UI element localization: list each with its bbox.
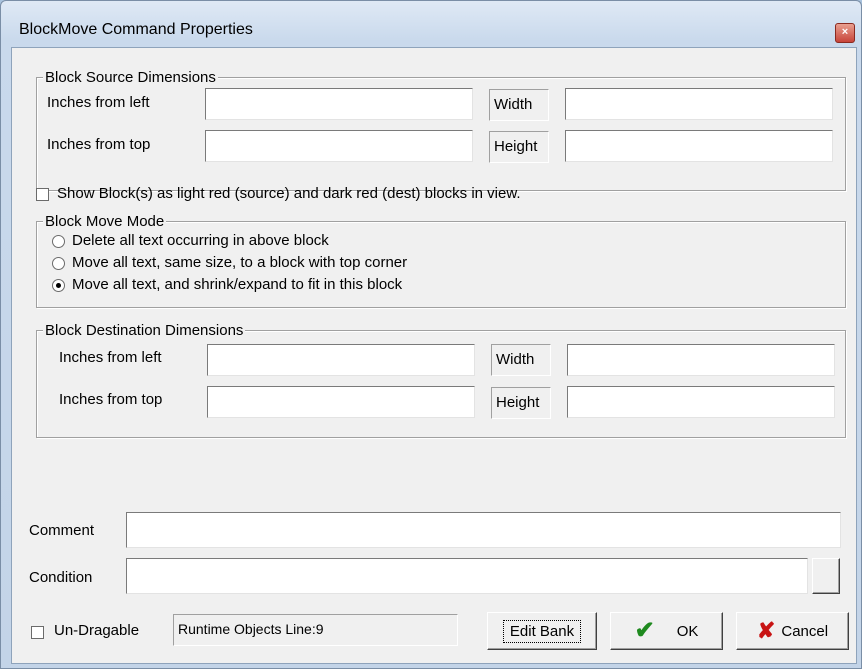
mode-move-fit-radio[interactable] bbox=[52, 279, 65, 292]
source-height-label-text: Height bbox=[494, 138, 538, 155]
edit-bank-button[interactable]: Edit Bank bbox=[487, 612, 597, 650]
dest-left-label: Inches from left bbox=[59, 349, 162, 366]
cancel-label: Cancel bbox=[781, 622, 829, 640]
source-height-input[interactable] bbox=[565, 130, 833, 162]
source-left-label: Inches from left bbox=[47, 94, 150, 111]
condition-browse-button[interactable] bbox=[812, 558, 840, 594]
dest-height-label-text: Height bbox=[496, 394, 540, 411]
dialog-window: BlockMove Command Properties × Block Sou… bbox=[0, 0, 862, 669]
x-icon: ✘ bbox=[756, 618, 776, 643]
dest-top-label: Inches from top bbox=[59, 391, 163, 408]
window-title: BlockMove Command Properties bbox=[19, 21, 253, 38]
mode-move-fit-label[interactable]: Move all text, and shrink/expand to fit … bbox=[72, 276, 402, 294]
move-mode-group: Block Move Mode Delete all text occurrin… bbox=[36, 213, 846, 308]
dest-top-input[interactable] bbox=[207, 386, 475, 418]
source-group-title: Block Source Dimensions bbox=[43, 69, 218, 86]
dest-width-input[interactable] bbox=[567, 344, 835, 376]
mode-delete-label[interactable]: Delete all text occurring in above block bbox=[72, 232, 329, 250]
show-blocks-label[interactable]: Show Block(s) as light red (source) and … bbox=[57, 185, 521, 203]
condition-input[interactable] bbox=[126, 558, 808, 594]
checkmark-icon: ✔ bbox=[634, 617, 655, 644]
status-field: Runtime Objects Line:9 bbox=[173, 614, 458, 646]
mode-delete-radio[interactable] bbox=[52, 235, 65, 248]
dest-width-label: Width bbox=[491, 344, 551, 376]
dest-width-label-text: Width bbox=[496, 351, 535, 368]
dest-height-label: Height bbox=[491, 387, 551, 419]
undragable-checkbox[interactable] bbox=[31, 626, 44, 639]
source-width-label: Width bbox=[489, 89, 549, 121]
title-bar[interactable]: BlockMove Command Properties × bbox=[1, 1, 861, 47]
show-blocks-checkbox[interactable] bbox=[36, 188, 49, 201]
dialog-client: Block Source Dimensions Inches from left… bbox=[11, 47, 857, 664]
close-button[interactable]: × bbox=[835, 23, 855, 43]
source-width-label-text: Width bbox=[494, 96, 533, 113]
mode-move-same-size-label[interactable]: Move all text, same size, to a block wit… bbox=[72, 254, 407, 272]
ok-button[interactable]: ✔ OK bbox=[610, 612, 723, 650]
destination-dimensions-group: Block Destination Dimensions Inches from… bbox=[36, 322, 846, 438]
move-mode-group-title: Block Move Mode bbox=[43, 213, 167, 230]
status-text: Runtime Objects Line:9 bbox=[178, 621, 324, 637]
source-top-label: Inches from top bbox=[47, 136, 151, 153]
source-dimensions-group: Block Source Dimensions Inches from left… bbox=[36, 69, 846, 191]
mode-move-same-size-radio[interactable] bbox=[52, 257, 65, 270]
source-height-label: Height bbox=[489, 131, 549, 163]
comment-label: Comment bbox=[29, 522, 95, 539]
dest-left-input[interactable] bbox=[207, 344, 475, 376]
dest-height-input[interactable] bbox=[567, 386, 835, 418]
edit-bank-label: Edit Bank bbox=[502, 619, 582, 643]
cancel-button[interactable]: ✘ Cancel bbox=[736, 612, 849, 650]
comment-input[interactable] bbox=[126, 512, 841, 548]
source-left-input[interactable] bbox=[205, 88, 473, 120]
undragable-label[interactable]: Un-Dragable bbox=[54, 622, 139, 640]
destination-group-title: Block Destination Dimensions bbox=[43, 322, 246, 339]
source-width-input[interactable] bbox=[565, 88, 833, 120]
close-icon: × bbox=[841, 26, 849, 38]
source-top-input[interactable] bbox=[205, 130, 473, 162]
condition-label: Condition bbox=[29, 569, 93, 586]
ok-label: OK bbox=[676, 622, 699, 640]
